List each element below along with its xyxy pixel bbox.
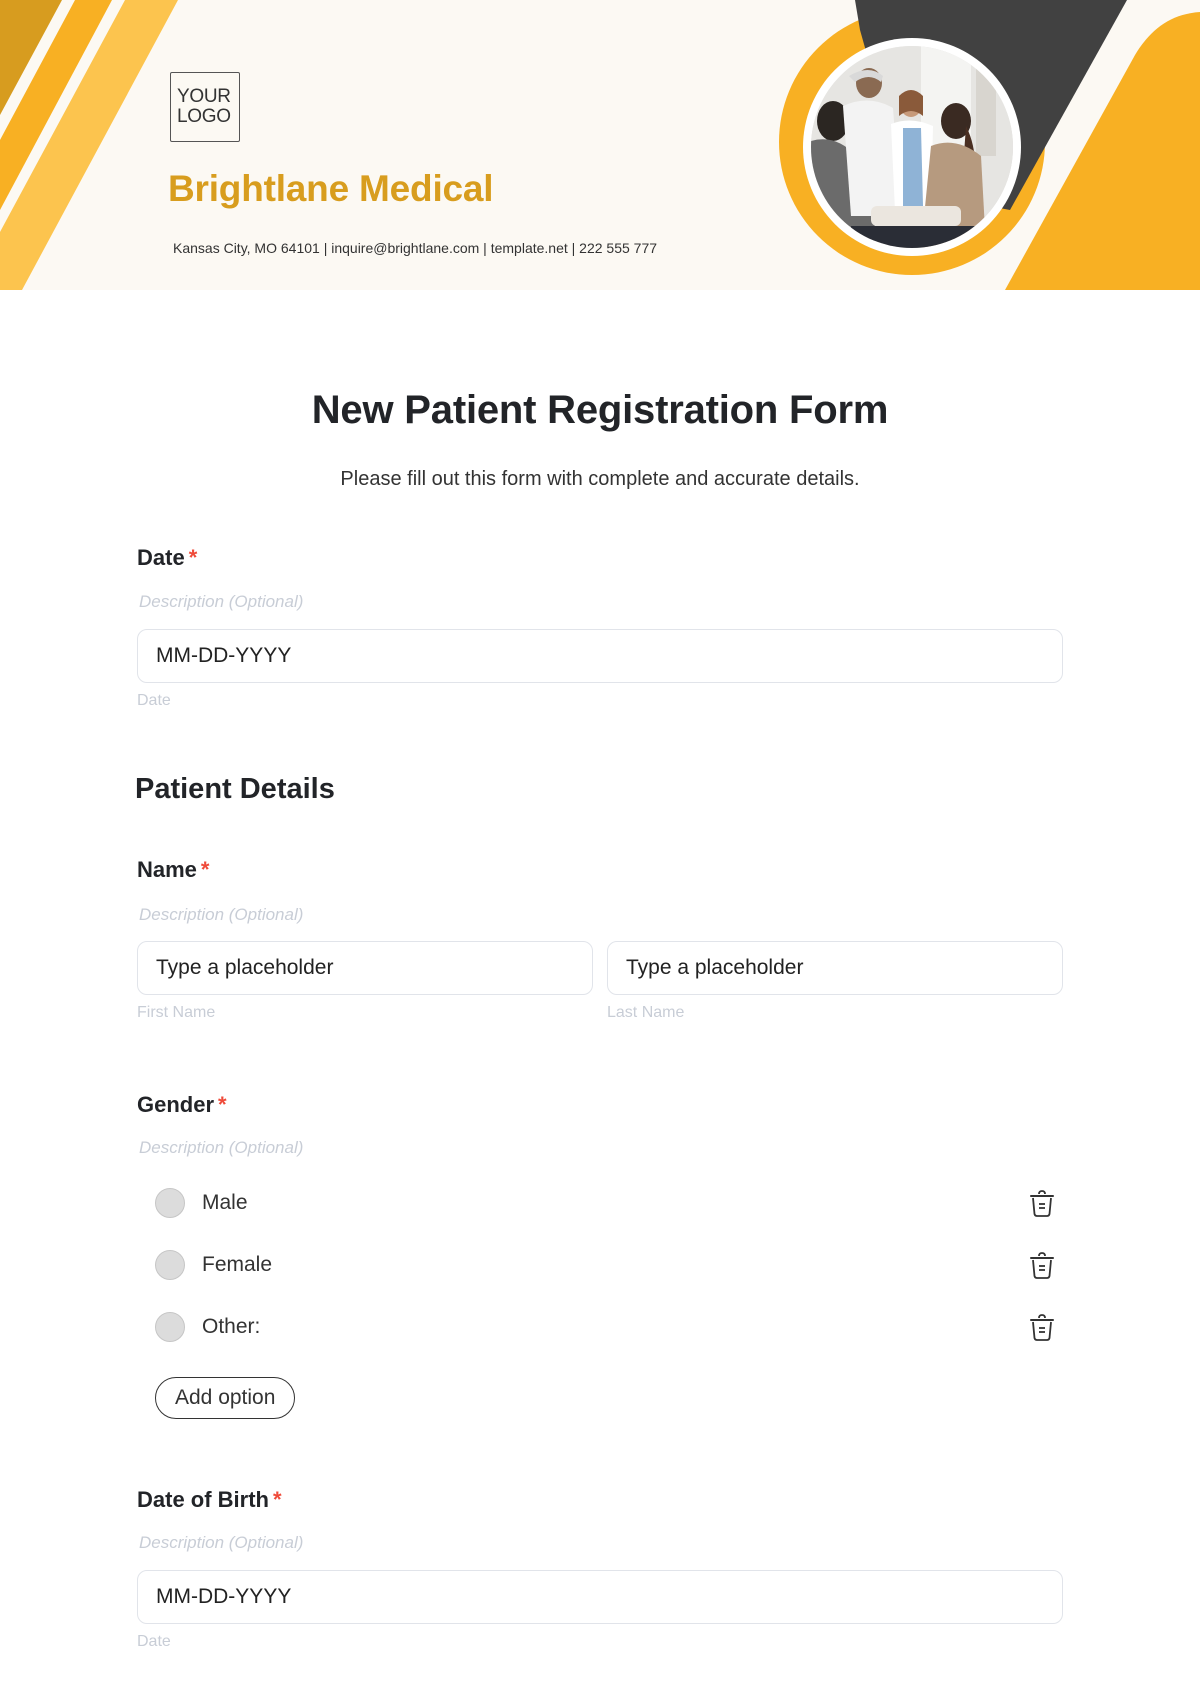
logo-line-2: LOGO [177,106,231,127]
date-field-label: Date * [137,545,197,571]
gender-label-text: Gender [137,1092,215,1117]
photo-frame [803,38,1021,256]
name-description[interactable]: Description (Optional) [139,905,303,925]
date-input[interactable]: MM-DD-YYYY [137,629,1063,683]
logo-line-1: YOUR [177,86,231,107]
contact-line: Kansas City, MO 64101 | inquire@brightla… [173,240,658,256]
radio-button[interactable] [155,1250,185,1280]
dob-input[interactable]: MM-DD-YYYY [137,1570,1063,1624]
dob-description[interactable]: Description (Optional) [139,1533,303,1553]
gender-option-male[interactable]: Male [155,1186,1055,1220]
gender-description[interactable]: Description (Optional) [139,1138,303,1158]
last-name-hint: Last Name [607,1004,685,1021]
form-subtitle: Please fill out this form with complete … [340,468,860,490]
trash-icon[interactable] [1029,1190,1055,1218]
dob-input-value: MM-DD-YYYY [156,1585,292,1608]
trash-icon[interactable] [1029,1252,1055,1280]
dob-field-label: Date of Birth * [137,1487,282,1513]
name-label-text: Name [137,857,197,882]
required-asterisk: * [218,1092,227,1117]
section-heading-patient-details: Patient Details [135,773,335,805]
gender-field-label: Gender * [137,1092,227,1118]
date-description[interactable]: Description (Optional) [139,592,303,612]
date-hint: Date [137,692,171,709]
required-asterisk: * [188,545,198,570]
first-name-input[interactable]: Type a placeholder [137,941,593,995]
gender-option-female[interactable]: Female [155,1248,1055,1282]
last-name-placeholder: Type a placeholder [626,956,804,979]
gender-option-other[interactable]: Other: [155,1310,1055,1344]
trash-icon[interactable] [1029,1314,1055,1342]
clinic-photo [811,46,1013,248]
photo-illustration [811,46,1013,248]
date-input-value: MM-DD-YYYY [156,644,292,667]
radio-button[interactable] [155,1188,185,1218]
option-label: Male [202,1191,248,1214]
required-asterisk: * [200,857,210,882]
logo-placeholder: YOUR LOGO [170,72,240,142]
last-name-input[interactable]: Type a placeholder [607,941,1063,995]
option-label: Other: [202,1315,261,1338]
dob-label-text: Date of Birth [137,1487,269,1512]
required-asterisk: * [273,1487,282,1512]
add-option-button[interactable]: Add option [155,1377,296,1419]
first-name-placeholder: Type a placeholder [156,956,334,979]
date-label-text: Date [137,545,185,570]
letterhead-header: YOUR LOGO Brightlane Medical Kansas City… [0,0,1200,290]
dob-hint: Date [137,1633,171,1650]
option-label: Female [202,1253,273,1276]
name-field-label: Name * [137,857,209,883]
form-title: New Patient Registration Form [311,388,889,432]
first-name-hint: First Name [137,1004,216,1021]
brand-name: Brightlane Medical [168,168,494,209]
radio-button[interactable] [155,1312,185,1342]
